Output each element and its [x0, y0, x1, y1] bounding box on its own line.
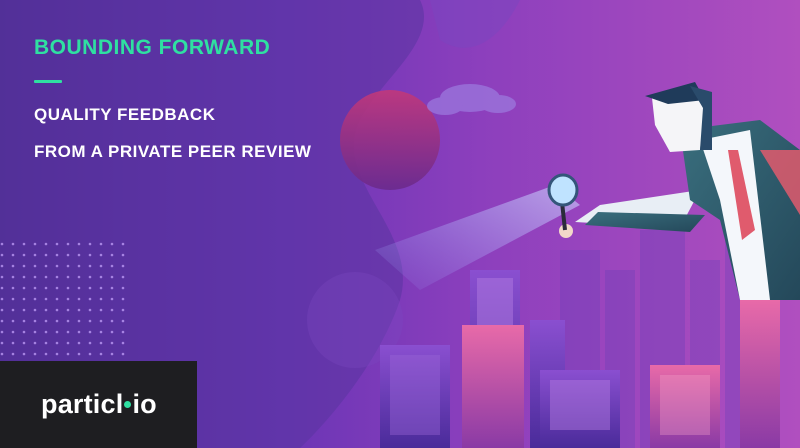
headline: BOUNDING FORWARD — [34, 36, 271, 59]
logo-wordmark-part2: io — [132, 389, 157, 419]
logo-panel: particl io — [0, 361, 197, 448]
logo-wordmark-part1: particl — [41, 389, 124, 419]
accent-divider — [34, 80, 62, 83]
hero-banner: BOUNDING FORWARD QUALITY FEEDBACK FROM A… — [0, 0, 800, 448]
subtitle-line-2: FROM A PRIVATE PEER REVIEW — [34, 142, 312, 161]
logo-dot-icon — [124, 401, 132, 409]
brand-logo: particl io — [41, 387, 157, 421]
headline-block: BOUNDING FORWARD QUALITY FEEDBACK FROM A… — [34, 36, 311, 162]
subtitle-line-1: QUALITY FEEDBACK — [34, 105, 216, 124]
